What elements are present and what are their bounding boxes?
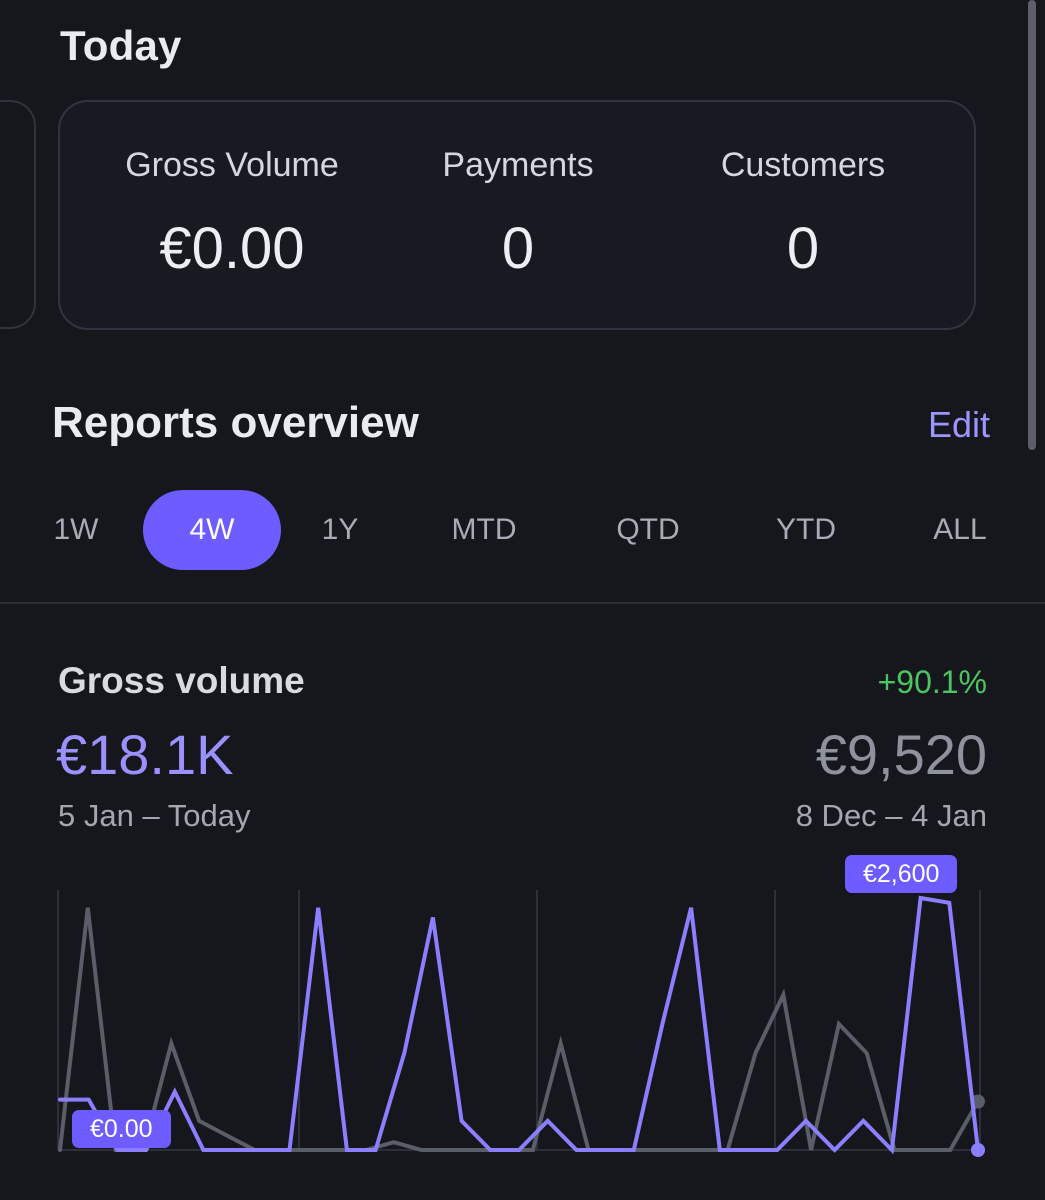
scrollbar[interactable] — [1028, 0, 1036, 450]
stat-value: 0 — [501, 216, 535, 281]
divider — [0, 602, 1045, 604]
tab-qtd[interactable]: QTD — [588, 490, 708, 570]
previous-period-line — [58, 907, 980, 1152]
stat-label: Gross Volume — [125, 146, 339, 184]
stat-customers: Customers 0 — [663, 146, 943, 282]
tab-mtd[interactable]: MTD — [424, 490, 544, 570]
today-summary-card[interactable]: Gross Volume €0.00 Payments 0 Customers … — [58, 100, 976, 330]
previous-total: €9,520 — [815, 723, 987, 786]
tab-ytd[interactable]: YTD — [746, 490, 866, 570]
min-value-label: €0.00 — [72, 1110, 171, 1148]
dashboard-screen: Today Gross Volume €0.00 Payments 0 Cust… — [0, 0, 1045, 1200]
stat-gross-volume: Gross Volume €0.00 — [92, 146, 372, 282]
reports-overview-title: Reports overview — [52, 398, 419, 447]
previous-card-edge[interactable] — [0, 100, 36, 329]
range-tabs: 1W 4W 1Y MTD QTD YTD ALL — [0, 490, 1045, 572]
current-date-range: 5 Jan – Today — [58, 798, 251, 833]
previous-date-range: 8 Dec – 4 Jan — [795, 798, 987, 833]
tab-4w[interactable]: 4W — [143, 490, 281, 570]
stat-label: Payments — [442, 146, 594, 184]
stat-label: Customers — [720, 146, 886, 184]
stat-value: €0.00 — [159, 216, 305, 281]
tab-1w[interactable]: 1W — [36, 490, 116, 570]
stat-value: 0 — [786, 216, 820, 281]
edit-button[interactable]: Edit — [928, 404, 990, 446]
current-period-endpoint — [971, 1143, 985, 1157]
stat-payments: Payments 0 — [378, 146, 658, 282]
gross-volume-title: Gross volume — [58, 660, 305, 701]
max-value-label: €2,600 — [845, 855, 958, 893]
change-percent: +90.1% — [877, 664, 987, 700]
tab-1y[interactable]: 1Y — [300, 490, 380, 570]
today-title: Today — [60, 22, 182, 69]
tab-all[interactable]: ALL — [910, 490, 1010, 570]
current-total: €18.1K — [56, 723, 234, 786]
